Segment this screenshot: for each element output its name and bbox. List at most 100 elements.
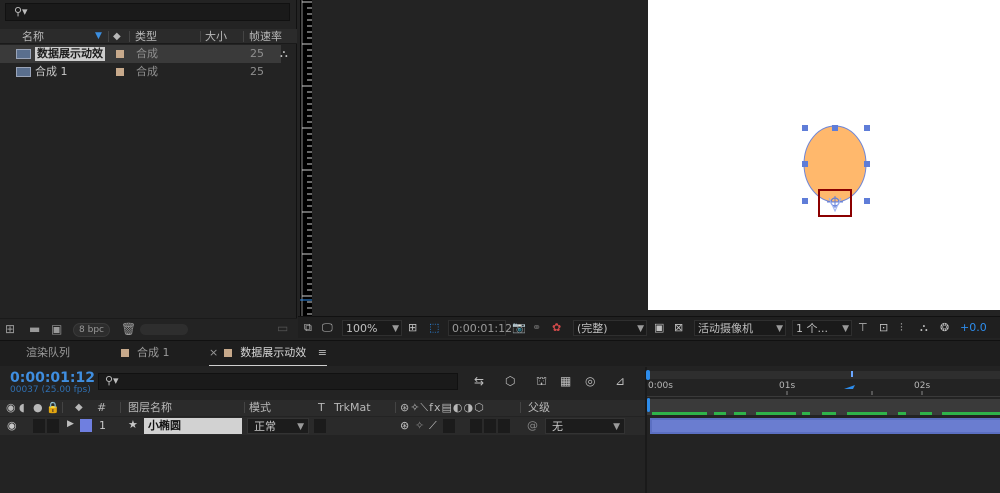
col-t[interactable]: T: [318, 400, 325, 416]
col-mode[interactable]: 模式: [249, 400, 271, 416]
tab-comp-1[interactable]: 合成 1: [121, 341, 170, 367]
show-snapshot-icon[interactable]: ⚭: [532, 320, 541, 336]
layer-name-field[interactable]: 小椭圆: [144, 418, 242, 434]
cache-indicator: [652, 412, 1000, 415]
trash-icon[interactable]: 🗑: [121, 322, 136, 336]
exposure-icon[interactable]: ❂: [940, 320, 949, 336]
bit-depth-button[interactable]: 8 bpc: [73, 323, 110, 337]
project-item-name[interactable]: 合成 1: [35, 63, 68, 81]
parent-value: 无: [552, 420, 563, 433]
project-scrollbar[interactable]: [140, 324, 188, 335]
label-icon[interactable]: ◆: [75, 400, 83, 416]
project-item[interactable]: 合成 1 合成 25: [0, 63, 281, 81]
motion-blur-icon[interactable]: ◎: [585, 374, 595, 388]
col-name[interactable]: 名称: [22, 29, 44, 44]
pick-whip-icon[interactable]: @: [527, 419, 538, 432]
current-time-display[interactable]: 0:00:01:12: [448, 320, 512, 336]
lock-toggle[interactable]: [47, 419, 59, 433]
folder-icon[interactable]: ▬: [29, 322, 40, 336]
resolution-dropdown[interactable]: (完整) ▼: [573, 320, 647, 336]
eye-icon[interactable]: ◉: [7, 419, 17, 432]
frame-blending-icon[interactable]: ▦: [560, 374, 571, 388]
resolution-value: (完整): [577, 322, 608, 335]
draft-3d-icon[interactable]: ⬡: [505, 374, 515, 388]
views-dropdown[interactable]: 1 个... ▼: [792, 320, 852, 336]
lock-icon[interactable]: 🔒: [46, 400, 60, 416]
col-number[interactable]: #: [97, 400, 106, 416]
layer-duration-bar-fill: [652, 420, 1000, 432]
channel-icon[interactable]: ✿: [552, 320, 561, 336]
camera-icon[interactable]: 📷: [512, 320, 526, 336]
col-layer-name[interactable]: 图层名称: [128, 400, 172, 416]
col-type[interactable]: 类型: [135, 29, 157, 44]
eye-icon[interactable]: ◉: [6, 400, 16, 416]
blend-mode-value: 正常: [254, 420, 276, 433]
collapse-icon[interactable]: ✧: [415, 419, 424, 432]
timeline-icon[interactable]: ⫶: [900, 320, 903, 336]
expand-arrow-icon[interactable]: ▶: [67, 419, 74, 429]
solo-toggle[interactable]: [33, 419, 45, 433]
timeline-tabs: 渲染队列 合成 1 × 数据展示动效 ≡: [0, 340, 1000, 367]
always-preview-icon[interactable]: ⧉: [304, 320, 312, 336]
monitor-icon[interactable]: 🖵: [322, 320, 333, 336]
tab-data-display[interactable]: × 数据展示动效 ≡: [209, 341, 327, 367]
toggle-pixel-icon[interactable]: ⊤: [858, 320, 868, 336]
parent-dropdown[interactable]: 无 ▼: [545, 418, 625, 434]
tab-label: 数据展示动效: [240, 346, 307, 359]
col-size[interactable]: 大小: [205, 29, 227, 44]
preserve-transparency-toggle[interactable]: [314, 419, 326, 433]
project-footer: ⊞ ▬ ▣ 8 bpc 🗑 ▭: [0, 318, 297, 340]
work-area-start-handle[interactable]: [647, 398, 650, 412]
camera-dropdown[interactable]: 活动摄像机 ▼: [694, 320, 786, 336]
transparency-grid-icon[interactable]: ⊠: [674, 320, 683, 336]
composition-icon: [16, 49, 31, 59]
resize-grip-icon[interactable]: ▭: [277, 321, 288, 335]
motion-blur-toggle[interactable]: [484, 419, 496, 433]
label-swatch[interactable]: [80, 419, 92, 432]
project-search-input[interactable]: ⚲▾: [5, 3, 290, 21]
grid-icon[interactable]: ⊞: [408, 320, 417, 336]
switches-icons[interactable]: ⊛✧⟍fx▤◐◑⬡: [400, 400, 485, 416]
col-trkmat[interactable]: TrkMat: [334, 400, 371, 416]
col-fps[interactable]: 帧速率: [249, 29, 282, 44]
fast-preview-icon[interactable]: ▣: [654, 320, 664, 336]
composition-mini-flowchart-icon[interactable]: ⇆: [474, 374, 484, 388]
flowchart-icon[interactable]: ⛬: [920, 320, 928, 336]
region-of-interest-icon[interactable]: ⬚: [429, 320, 439, 336]
close-icon[interactable]: ×: [209, 346, 218, 359]
time-ruler-ticks: [786, 371, 923, 395]
project-item[interactable]: 数据展示动效 合成 25: [0, 45, 281, 63]
label-swatch: [224, 349, 233, 357]
timeline-timecode[interactable]: 0:00:01:12: [10, 370, 95, 386]
tab-render-queue[interactable]: 渲染队列: [26, 341, 70, 367]
audio-icon[interactable]: ◖: [19, 400, 25, 416]
blend-mode-dropdown[interactable]: 正常 ▼: [247, 418, 309, 434]
quality-icon[interactable]: ⟋: [429, 419, 437, 433]
sort-arrow-icon[interactable]: ▼: [95, 29, 102, 44]
project-item-name[interactable]: 数据展示动效: [35, 47, 105, 61]
project-item-type: 合成: [136, 65, 158, 78]
frame-blend-toggle[interactable]: [470, 419, 482, 433]
exposure-value[interactable]: +0.0: [960, 320, 987, 336]
solo-icon[interactable]: ●: [33, 400, 43, 416]
label-swatch[interactable]: [116, 68, 124, 76]
reset-exposure-icon[interactable]: ⊡: [879, 320, 888, 336]
label-swatch[interactable]: [116, 50, 124, 58]
composition-icon: [16, 67, 31, 77]
layer-row[interactable]: ◉ ▶ 1 ★ 小椭圆 正常 ▼ ⊛ ✧ ⟋ @ 无 ▼: [0, 417, 645, 435]
label-swatch: [121, 349, 129, 357]
col-parent[interactable]: 父级: [528, 400, 550, 416]
new-composition-icon[interactable]: ▣: [51, 322, 62, 336]
shy-icon[interactable]: ⛫: [536, 374, 547, 390]
interpret-footage-icon[interactable]: ⊞: [5, 322, 15, 336]
graph-editor-icon[interactable]: ⊿: [615, 374, 625, 388]
zoom-dropdown[interactable]: 100% ▼: [342, 320, 402, 336]
shy-icon[interactable]: ⊛: [400, 419, 409, 432]
3d-layer-toggle[interactable]: [498, 419, 510, 433]
timeline-search-input[interactable]: ⚲▾: [98, 373, 458, 390]
effect-toggle[interactable]: [443, 419, 455, 433]
flowchart-icon[interactable]: ⛬: [280, 47, 288, 61]
composition-canvas[interactable]: [648, 0, 1000, 310]
project-item-fps: 25: [250, 65, 264, 78]
panel-menu-icon[interactable]: ≡: [318, 346, 327, 359]
